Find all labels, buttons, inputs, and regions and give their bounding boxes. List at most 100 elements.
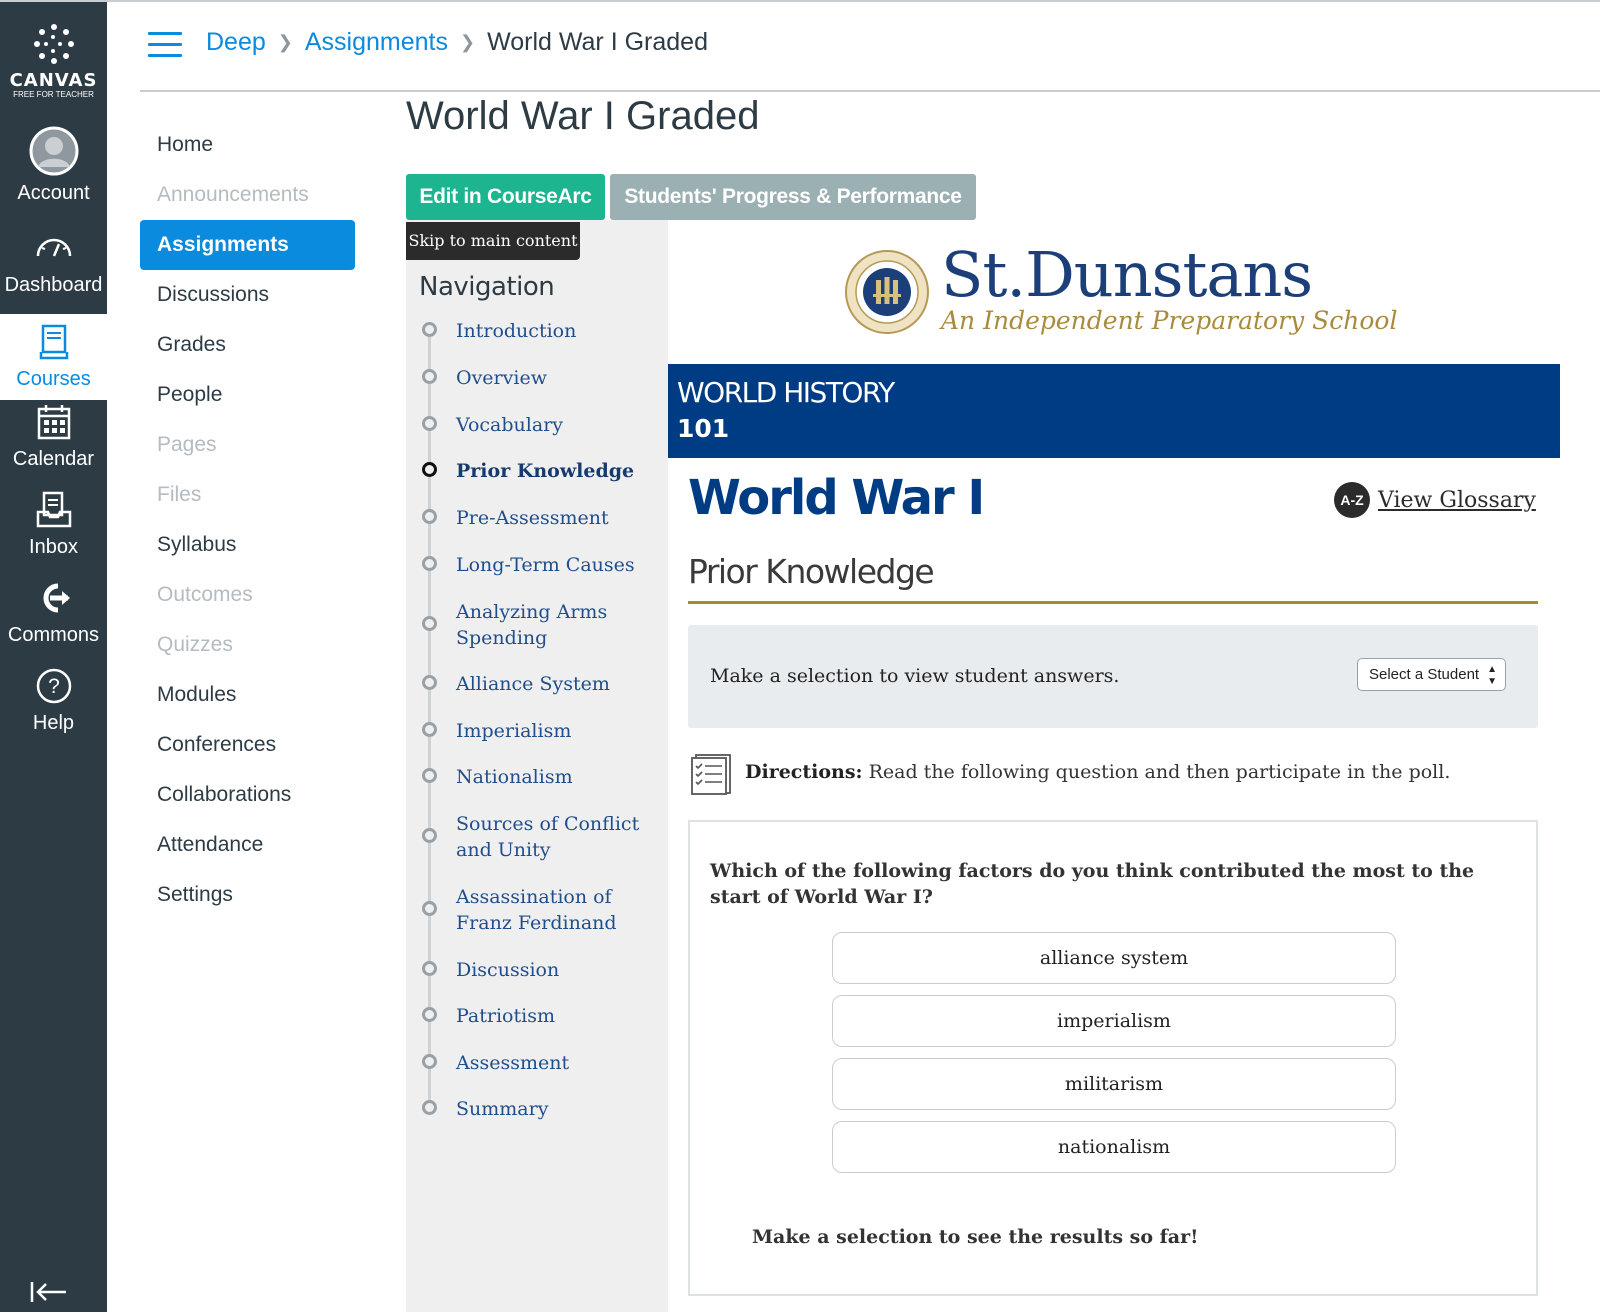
global-nav-calendar[interactable]: Calendar — [0, 402, 107, 488]
course-nav-attendance[interactable]: Attendance — [140, 820, 355, 870]
global-nav-label: Account — [17, 182, 90, 204]
lesson-nav-label: Long-Term Causes — [456, 554, 635, 576]
commons-icon — [43, 583, 70, 613]
school-tagline: An Independent Preparatory School — [941, 306, 1398, 335]
timeline-dot-icon — [422, 768, 437, 783]
poll-option-button[interactable]: alliance system — [832, 932, 1396, 984]
course-nav-quizzes[interactable]: Quizzes — [140, 620, 355, 670]
canvas-logo[interactable]: CANVAS FREE FOR TEACHER — [0, 24, 107, 99]
view-glossary-label: View Glossary — [1378, 487, 1536, 513]
lesson-nav-label: Sources of Conflict and Unity — [456, 813, 640, 861]
section-title: Prior Knowledge — [688, 552, 935, 591]
poll-option-button[interactable]: militarism — [832, 1058, 1396, 1110]
global-nav-label: Calendar — [12, 448, 95, 470]
breadcrumb: Deep ❯ Assignments ❯ World War I Graded — [206, 28, 708, 57]
course-nav-discussions[interactable]: Discussions — [140, 270, 355, 320]
canvas-logo-icon — [33, 24, 74, 64]
global-navigation: CANVAS FREE FOR TEACHER Account Dashboar… — [0, 2, 107, 1312]
course-nav-conferences[interactable]: Conferences — [140, 720, 355, 770]
courses-icon — [39, 324, 68, 360]
timeline-dot-icon — [422, 322, 437, 337]
course-menu-toggle-icon[interactable] — [148, 32, 182, 58]
lesson-nav-timeline — [428, 330, 431, 1110]
school-seal-icon — [845, 250, 929, 334]
timeline-dot-icon — [422, 462, 437, 477]
timeline-dot-icon — [422, 1007, 437, 1022]
breadcrumb-assignments[interactable]: Assignments — [305, 28, 448, 56]
course-nav-pages[interactable]: Pages — [140, 420, 355, 470]
collapse-nav-icon[interactable] — [30, 1280, 68, 1304]
timeline-dot-icon — [422, 616, 437, 631]
lesson-nav-label: Overview — [456, 367, 547, 389]
course-nav-outcomes[interactable]: Outcomes — [140, 570, 355, 620]
lesson-nav-label: Assessment — [456, 1052, 570, 1074]
timeline-dot-icon — [422, 722, 437, 737]
global-nav-help[interactable]: ? Help — [0, 666, 107, 752]
lesson-nav-label: Prior Knowledge — [456, 460, 635, 482]
course-nav-collaborations[interactable]: Collaborations — [140, 770, 355, 820]
course-nav-syllabus[interactable]: Syllabus — [140, 520, 355, 570]
timeline-dot-icon — [422, 961, 437, 976]
canvas-logo-sub: FREE FOR TEACHER — [13, 90, 94, 99]
school-name: St.Dunstans — [941, 238, 1313, 311]
timeline-dot-icon — [422, 416, 437, 431]
global-nav-inbox[interactable]: Inbox — [0, 490, 107, 576]
help-icon: ? — [36, 668, 71, 704]
lesson-nav-label: Patriotism — [456, 1005, 555, 1027]
lesson-nav-label: Alliance System — [456, 673, 610, 695]
breadcrumb-current: World War I Graded — [487, 28, 708, 56]
calendar-icon — [37, 405, 70, 440]
course-nav-assignments[interactable]: Assignments — [140, 220, 355, 270]
global-nav-label: Help — [32, 712, 75, 734]
page-header: Deep ❯ Assignments ❯ World War I Graded — [140, 2, 1600, 92]
course-banner-title: WORLD HISTORY — [677, 376, 895, 409]
poll-option-button[interactable]: imperialism — [832, 995, 1396, 1047]
breadcrumb-course[interactable]: Deep — [206, 28, 266, 56]
course-nav-grades[interactable]: Grades — [140, 320, 355, 370]
lesson-nav-label: Discussion — [456, 959, 560, 981]
unit-title: World War I — [688, 470, 985, 526]
lesson-nav-label: Imperialism — [456, 720, 572, 742]
course-nav-home[interactable]: Home — [140, 120, 355, 170]
course-nav-announcements[interactable]: Announcements — [140, 170, 355, 220]
inbox-icon — [36, 491, 71, 528]
global-nav-dashboard[interactable]: Dashboard — [0, 228, 107, 314]
poll-option-button[interactable]: nationalism — [832, 1121, 1396, 1173]
lesson-nav-label: Nationalism — [456, 766, 573, 788]
view-glossary-link[interactable]: A-Z View Glossary — [1334, 482, 1536, 518]
global-nav-courses[interactable]: Courses — [0, 314, 107, 400]
timeline-dot-icon — [422, 1054, 437, 1069]
svg-text:?: ? — [48, 675, 60, 698]
select-student-dropdown[interactable]: Select a Student ▲ ▼ — [1357, 658, 1506, 691]
global-nav-commons[interactable]: Commons — [0, 578, 107, 664]
lesson-nav-heading: Navigation — [419, 272, 555, 302]
breadcrumb-separator-icon: ❯ — [277, 32, 293, 52]
canvas-logo-word: CANVAS — [9, 70, 98, 91]
timeline-dot-icon — [422, 901, 437, 916]
timeline-dot-icon — [422, 1100, 437, 1115]
course-banner-number: 101 — [677, 414, 730, 443]
select-arrows-icon: ▲ ▼ — [1487, 664, 1497, 687]
students-progress-button[interactable]: Students' Progress & Performance — [610, 174, 976, 220]
global-nav-account[interactable]: Account — [0, 126, 107, 212]
poll-results-note: Make a selection to see the results so f… — [752, 1226, 1199, 1248]
course-nav-people[interactable]: People — [140, 370, 355, 420]
edit-in-coursearc-button[interactable]: Edit in CourseArc — [406, 174, 605, 220]
course-nav-files[interactable]: Files — [140, 470, 355, 520]
student-selection-panel: Make a selection to view student answers… — [688, 625, 1538, 728]
dashboard-icon — [36, 238, 71, 257]
directions-body: Read the following question and then par… — [862, 761, 1451, 783]
lesson-nav-label: Introduction — [456, 320, 577, 342]
poll-widget: Which of the following factors do you th… — [688, 820, 1538, 1296]
breadcrumb-separator-icon: ❯ — [459, 32, 476, 52]
course-nav-modules[interactable]: Modules — [140, 670, 355, 720]
course-banner: WORLD HISTORY 101 — [668, 364, 1560, 458]
global-nav-label: Courses — [16, 368, 91, 390]
course-nav-settings[interactable]: Settings — [140, 870, 355, 920]
school-logo: St.Dunstans An Independent Preparatory S… — [845, 238, 1397, 344]
glossary-az-icon: A-Z — [1334, 482, 1370, 518]
skip-to-main-content-link[interactable]: Skip to main content — [406, 222, 580, 260]
timeline-dot-icon — [422, 369, 437, 384]
timeline-dot-icon — [422, 828, 437, 843]
lesson-nav-label: Assassination of Franz Ferdinand — [456, 886, 617, 934]
